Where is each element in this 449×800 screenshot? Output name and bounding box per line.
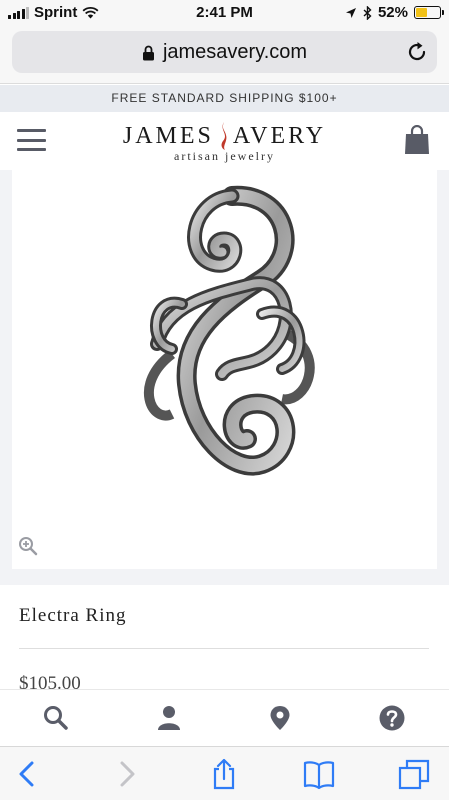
product-image-card[interactable] (12, 170, 437, 569)
promo-banner[interactable]: FREE STANDARD SHIPPING $100+ (0, 85, 449, 112)
ring-image[interactable] (112, 184, 338, 484)
location-arrow-icon (345, 7, 356, 18)
safari-toolbar (0, 746, 449, 800)
zoom-in-icon[interactable] (18, 536, 38, 556)
flame-logo-icon (221, 122, 227, 150)
forward-icon (120, 761, 135, 787)
shopping-bag-icon[interactable] (403, 125, 431, 155)
browser-address-area: jamesavery.com (0, 26, 449, 84)
search-icon[interactable] (42, 704, 70, 732)
address-bar[interactable]: jamesavery.com (12, 31, 437, 73)
account-icon[interactable] (155, 704, 183, 732)
back-icon[interactable] (11, 758, 45, 790)
logo-word-left: JAMES (122, 122, 214, 149)
site-bottom-nav (0, 689, 449, 746)
bluetooth-icon (363, 5, 372, 20)
help-icon[interactable] (378, 704, 406, 732)
battery-percent: 52% (377, 4, 408, 21)
store-locator-icon[interactable] (266, 704, 294, 732)
site-logo[interactable]: JAMES AVERY artisan jewelry (0, 121, 449, 164)
url-text[interactable]: jamesavery.com (163, 41, 307, 64)
product-name: Electra Ring (19, 605, 127, 626)
logo-tagline: artisan jewelry (174, 149, 275, 163)
status-bar: Sprint 2:41 PM 52% (0, 0, 449, 26)
reload-icon[interactable] (405, 40, 429, 64)
logo-word-right: AVERY (232, 122, 327, 149)
bookmarks-icon[interactable] (302, 758, 336, 790)
status-right: 52% (345, 4, 444, 21)
share-icon[interactable] (207, 758, 241, 790)
lock-icon (142, 45, 154, 60)
battery-icon (414, 6, 444, 19)
divider (19, 648, 429, 649)
site-header: JAMES AVERY artisan jewelry (0, 112, 449, 170)
promo-text[interactable]: FREE STANDARD SHIPPING $100+ (111, 91, 337, 105)
tabs-icon[interactable] (398, 758, 432, 790)
